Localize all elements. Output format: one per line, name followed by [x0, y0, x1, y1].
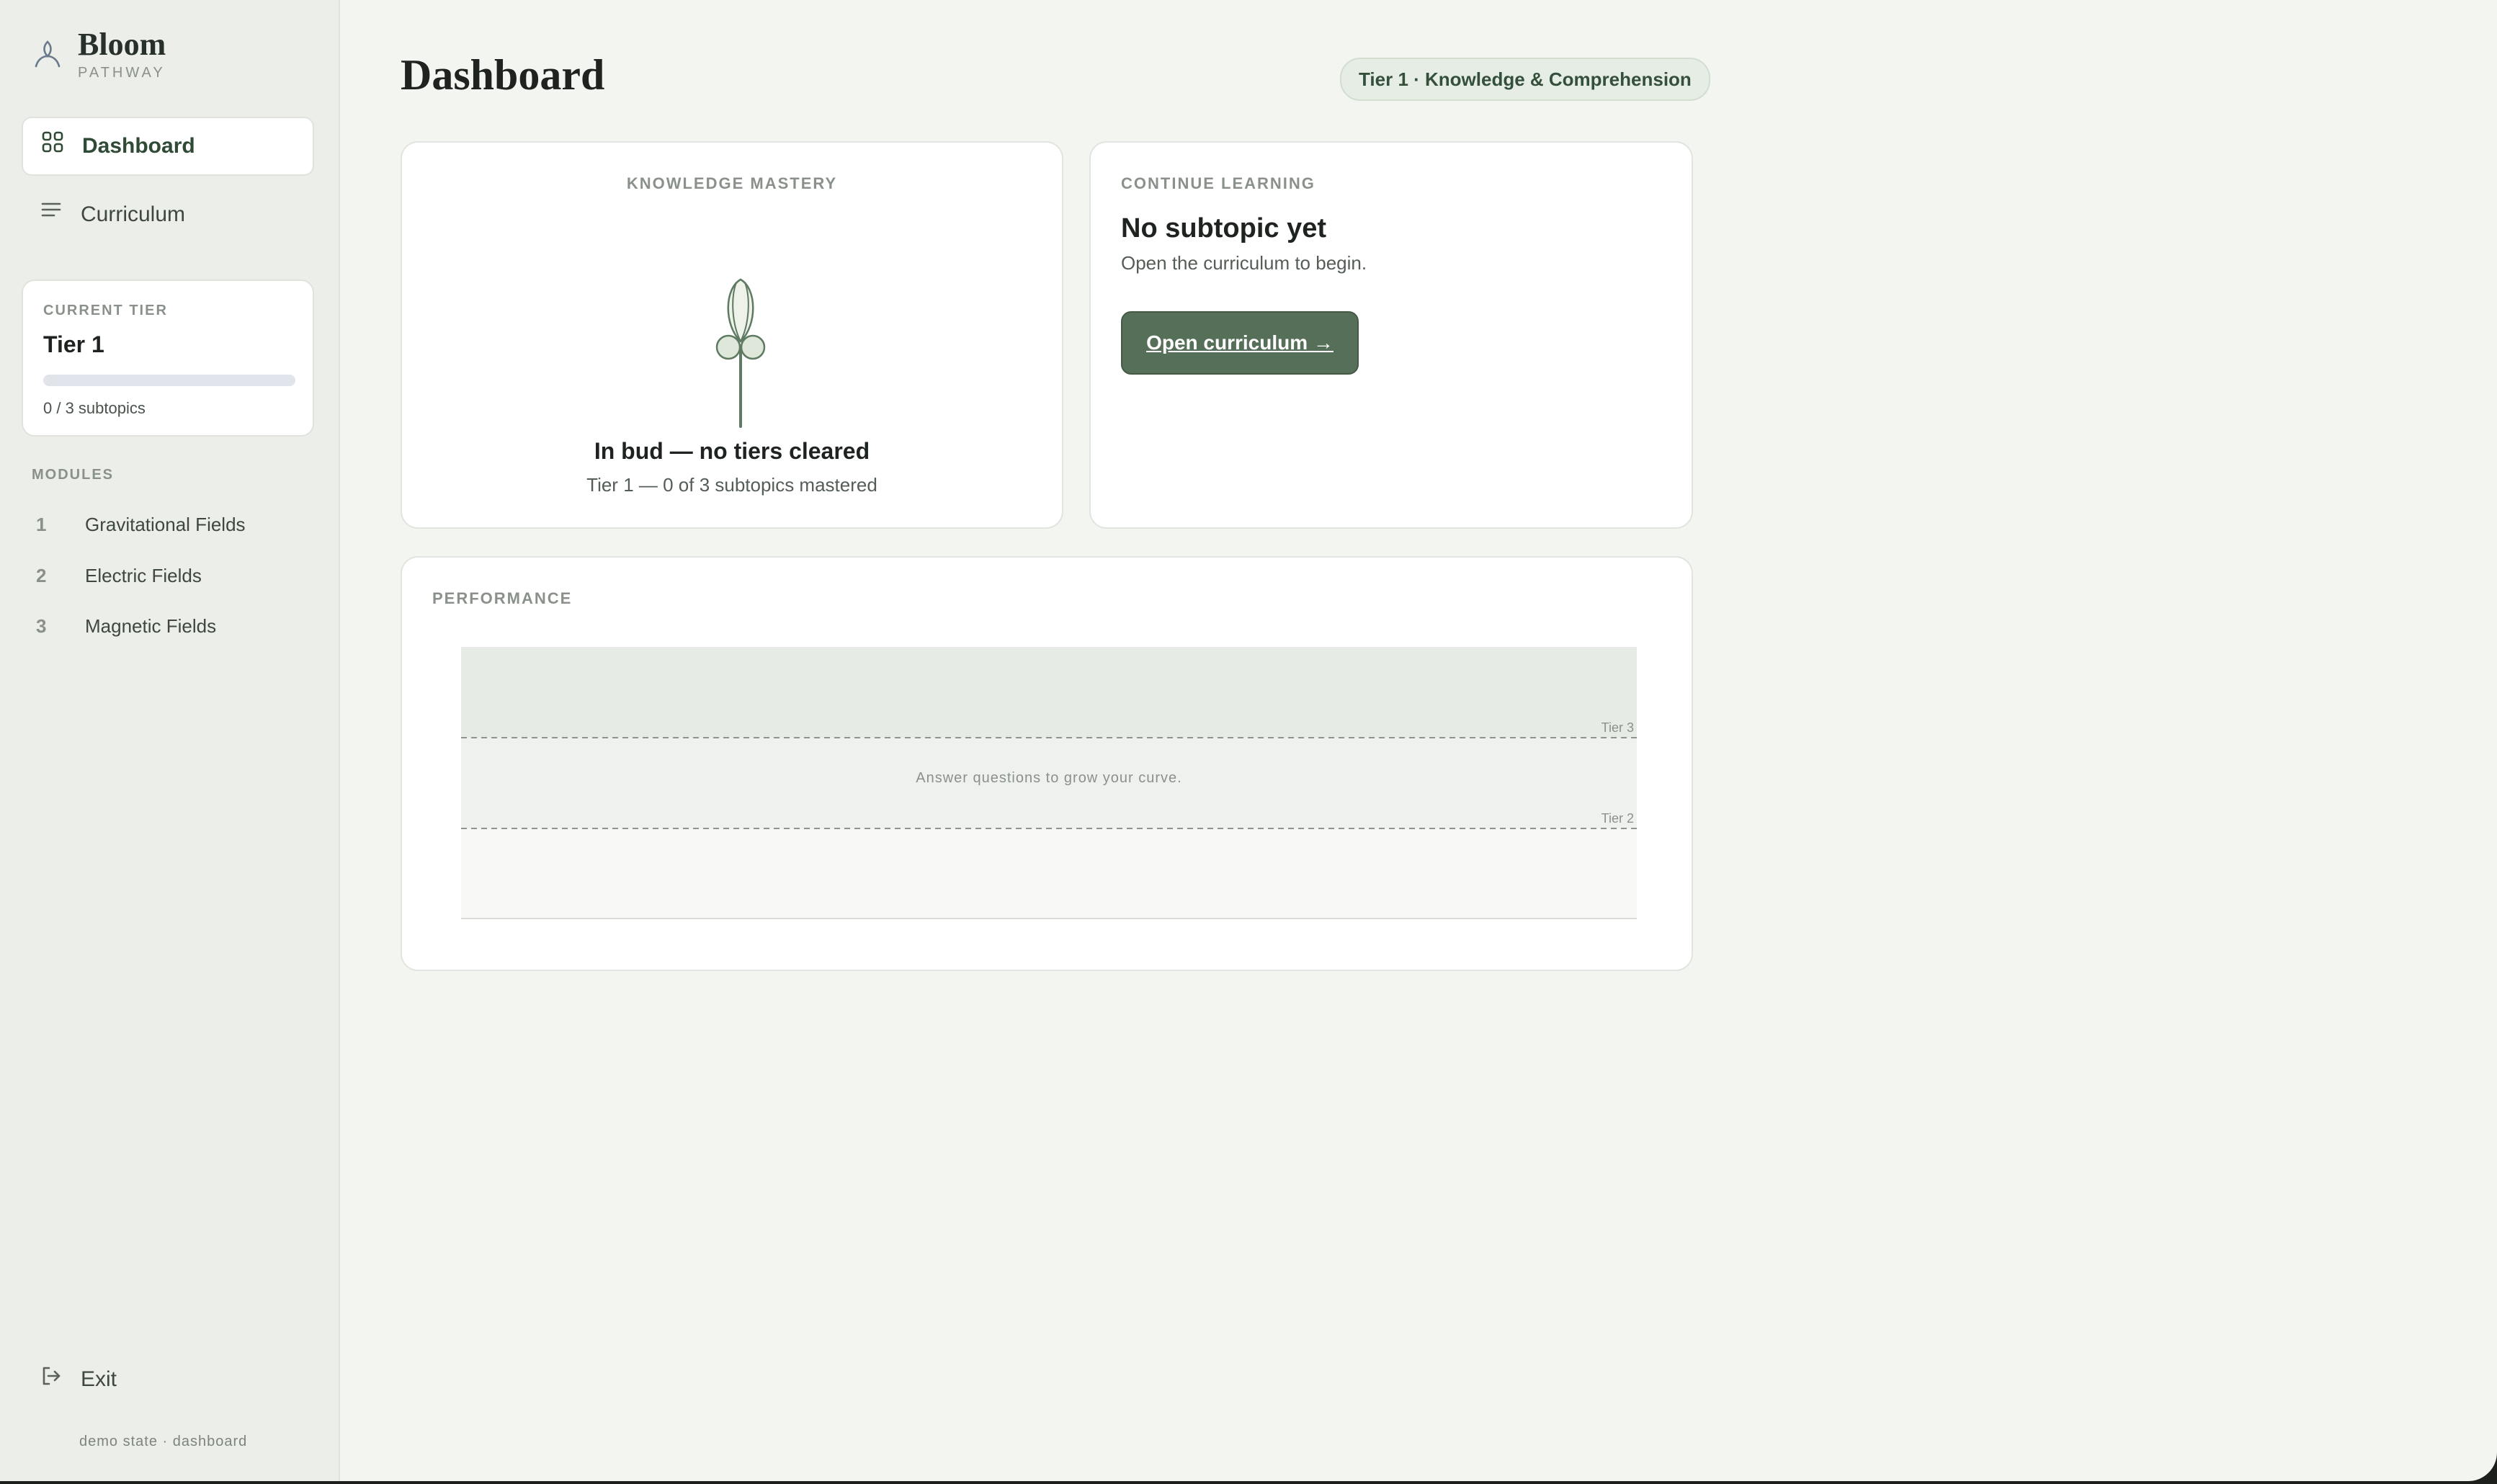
brand[interactable]: Bloom PATHWAY [32, 26, 166, 81]
mastery-state: In bud — no tiers cleared [594, 438, 870, 464]
exit-label: Exit [81, 1367, 117, 1391]
performance-card: PERFORMANCE Tier 3 Tier 2 Answer questio… [401, 556, 1693, 971]
continue-description: Open the curriculum to begin. [1121, 252, 1367, 274]
tier-progress-count: 0 / 3 subtopics [43, 399, 146, 417]
brand-subtitle: PATHWAY [78, 65, 166, 81]
performance-label: PERFORMANCE [432, 589, 573, 607]
module-item-magnetic[interactable]: 3 Magnetic Fields [36, 612, 216, 640]
tier-progress-bar [43, 375, 295, 386]
nav-item-curriculum[interactable]: Curriculum [22, 185, 314, 244]
module-item-electric[interactable]: 2 Electric Fields [36, 561, 202, 590]
current-tier-label: CURRENT TIER [43, 303, 168, 318]
nav-item-dashboard[interactable]: Dashboard [22, 117, 314, 176]
brand-name: Bloom [78, 27, 166, 62]
exit-icon [43, 1367, 61, 1385]
module-name: Magnetic Fields [85, 614, 217, 637]
continue-learning-card: CONTINUE LEARNING No subtopic yet Open t… [1089, 141, 1693, 529]
current-tier-value: Tier 1 [43, 331, 104, 357]
open-curriculum-button[interactable]: Open curriculum → [1121, 311, 1359, 375]
tier1-band [461, 828, 1637, 919]
module-item-gravitational[interactable]: 1 Gravitational Fields [36, 510, 246, 539]
nav-dashboard-label: Dashboard [82, 134, 195, 158]
sidebar: Bloom PATHWAY Dashboard Curriculum CURRE… [0, 0, 340, 1481]
module-name: Gravitational Fields [85, 513, 246, 535]
module-name: Electric Fields [85, 564, 202, 586]
tier3-band [461, 647, 1637, 738]
module-number: 2 [36, 564, 47, 586]
tier-badge: Tier 1 · Knowledge & Comprehension [1340, 58, 1710, 101]
flower-bud-icon [715, 278, 766, 428]
grid-icon [42, 131, 63, 153]
continue-heading: No subtopic yet [1121, 213, 1327, 243]
modules-heading: MODULES [32, 467, 114, 483]
performance-chart: Tier 3 Tier 2 Answer questions to grow y… [461, 647, 1637, 919]
module-number: 3 [36, 614, 47, 637]
continue-label: CONTINUE LEARNING [1121, 174, 1315, 192]
bloom-logo-icon [35, 40, 61, 68]
nav-curriculum-label: Curriculum [81, 202, 186, 226]
list-icon [41, 202, 61, 217]
tier3-line-label: Tier 3 [1602, 720, 1634, 735]
exit-button[interactable]: Exit [40, 1367, 117, 1392]
chart-empty-message: Answer questions to grow your curve. [916, 770, 1182, 786]
app-window: Bloom PATHWAY Dashboard Curriculum CURRE… [0, 0, 2497, 1481]
mastery-label: KNOWLEDGE MASTERY [626, 174, 838, 192]
current-tier-card: CURRENT TIER Tier 1 0 / 3 subtopics [22, 280, 314, 437]
module-number: 1 [36, 513, 47, 535]
knowledge-mastery-card: KNOWLEDGE MASTERY In bud — no tiers clea… [401, 141, 1063, 529]
tier2-line-label: Tier 2 [1602, 811, 1634, 826]
footer-note: demo state · dashboard [79, 1434, 248, 1449]
page-title: Dashboard [401, 51, 605, 99]
mastery-subtext: Tier 1 — 0 of 3 subtopics mastered [586, 474, 877, 496]
